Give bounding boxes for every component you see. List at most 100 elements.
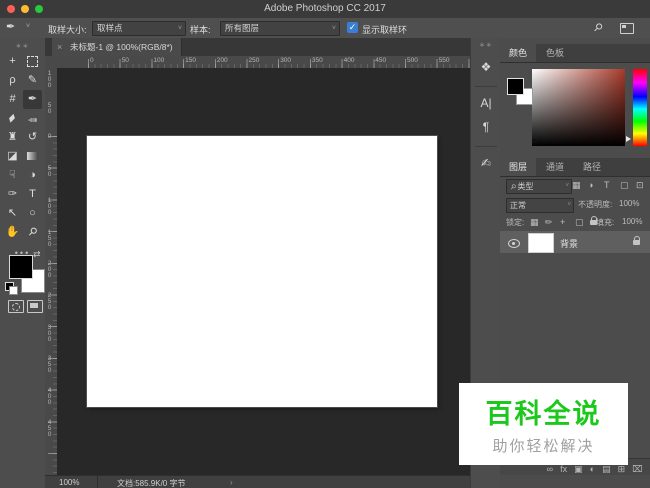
toolbar-grip[interactable]: ∗∗ (0, 42, 45, 50)
layers-panel-tab[interactable]: 路径 (574, 158, 610, 176)
eyedropper-tool[interactable]: ✒ (23, 90, 42, 109)
sample-size-select[interactable]: 取样点 ˅ (92, 21, 186, 36)
brush-settings-panel-icon[interactable]: ✍ (471, 156, 501, 170)
path-selection-tool[interactable]: ↖ (3, 204, 22, 223)
brush-tool[interactable]: ✏ (23, 109, 42, 128)
preset-chevron-icon[interactable]: ˅ (26, 23, 30, 30)
move-tool[interactable]: + (3, 52, 22, 71)
sample-value: 所有图层 (225, 23, 260, 33)
ruler-tick-label: 450 (375, 57, 387, 64)
fill-value[interactable]: 100% (622, 217, 642, 226)
default-colors-icon[interactable] (5, 282, 18, 295)
document-canvas[interactable] (87, 136, 437, 407)
dodge-tool[interactable]: ◑ (23, 166, 42, 185)
layer-filter-value: 类型 (517, 182, 534, 191)
screen-mode-button[interactable] (27, 300, 43, 313)
type-tool[interactable]: T (23, 185, 42, 204)
lock-transparency-icon[interactable]: ▦ (530, 217, 539, 228)
quick-mask-button[interactable] (8, 300, 24, 313)
lock-paint-icon[interactable]: ✏ (545, 217, 553, 228)
saturation-brightness-field[interactable] (532, 69, 625, 146)
blend-mode-select[interactable]: 正常 ˅ (506, 198, 574, 213)
sample-select[interactable]: 所有图层 ˅ (220, 21, 340, 36)
healing-brush-tool[interactable]: ▰ (3, 109, 22, 128)
ruler-tick-label: 50 (46, 165, 53, 178)
tools-panel: ∗∗ + ρ ✎ # ✒ ▰ ✏ ♜ ↺ ◪ ☟ ◑ ✑ T ↖ ○ ✋ ⚲ ••• ⇄ (0, 38, 46, 488)
search-icon[interactable]: ⚲ (591, 20, 606, 35)
swatches-panel-icon[interactable]: ❖ (471, 60, 501, 74)
title-bar: Adobe Photoshop CC 2017 (0, 0, 650, 19)
workspace-switcher-icon[interactable] (620, 23, 634, 34)
dock-grip[interactable]: ∗∗ (471, 41, 501, 49)
ruler-tick-label: 250 (46, 291, 53, 310)
close-tab-icon[interactable]: × (57, 38, 62, 56)
filter-adjustment-layers-icon[interactable]: ◑ (588, 180, 593, 190)
paragraph-panel-icon[interactable]: ¶ (471, 120, 501, 134)
gradient-tool-icon (27, 152, 38, 160)
ruler-tick-label: 100 (153, 57, 165, 64)
filter-pixel-layers-icon[interactable]: ▦ (572, 180, 581, 191)
color-panel-tabs: 颜色 色板 (500, 44, 650, 63)
ruler-tick-label: 300 (46, 323, 53, 342)
clone-stamp-tool[interactable]: ♜ (3, 128, 22, 147)
lasso-tool[interactable]: ρ (3, 71, 22, 90)
chevron-down-icon: ˅ (565, 183, 569, 189)
swap-colors-icon[interactable]: ⇄ (33, 249, 41, 260)
lock-artboard-icon[interactable]: ▢ (575, 217, 584, 228)
gradient-tool[interactable] (23, 147, 42, 166)
delete-layer-icon[interactable]: ⌧ (632, 461, 642, 478)
ruler-tick-label: 150 (185, 57, 196, 64)
lock-move-icon[interactable]: + (560, 217, 565, 227)
ruler-tick-label: 350 (46, 355, 53, 374)
lasso-tool-icon: ρ (9, 74, 16, 86)
document-tab[interactable]: × 未标题-1 @ 100%(RGB/8*) (52, 38, 182, 56)
sample-size-value: 取样点 (97, 23, 123, 33)
filter-type-layers-icon[interactable]: T (604, 180, 610, 190)
status-bar: 100% 文档:585.9K/0 字节 › (45, 475, 470, 488)
show-sampling-ring-checkbox[interactable]: ✓ (347, 22, 358, 33)
opacity-value[interactable]: 100% (619, 199, 639, 208)
layers-panel-tab[interactable]: 图层 (500, 158, 537, 176)
hue-slider-arrow[interactable] (626, 136, 631, 142)
ruler-tick-label: 50 (46, 101, 53, 114)
eyedropper-preset-icon[interactable]: ✒ (6, 20, 15, 33)
ruler-tick-label: 200 (46, 260, 53, 279)
color-panel-tab[interactable]: 色板 (537, 44, 573, 62)
hand-tool[interactable]: ✋ (3, 223, 22, 242)
hue-slider[interactable] (633, 69, 647, 146)
foreground-color-mini-swatch[interactable] (507, 78, 524, 95)
zoom-tool[interactable]: ⚲ (23, 223, 42, 242)
ruler-tick-label: 550 (438, 57, 450, 64)
filter-shape-layers-icon[interactable]: ▢ (620, 180, 629, 191)
crop-tool[interactable]: # (3, 90, 22, 109)
shape-tool-icon: ○ (29, 207, 36, 219)
marquee-tool-icon (27, 56, 38, 67)
color-panel-tab[interactable]: 颜色 (500, 44, 537, 62)
layer-thumbnail[interactable] (528, 233, 554, 253)
eraser-tool[interactable]: ◪ (3, 147, 22, 166)
saturation-field-knob[interactable] (533, 138, 538, 143)
marquee-tool[interactable] (23, 52, 42, 71)
shape-tool[interactable]: ○ (23, 204, 42, 223)
smudge-tool[interactable]: ☟ (3, 166, 22, 185)
layer-filter-row: ⚲ 类型 ˅ ▦ ◑ T ▢ ⊡ (500, 177, 650, 196)
move-tool-icon: + (9, 55, 16, 67)
history-brush-tool[interactable]: ↺ (23, 128, 42, 147)
layer-row-background[interactable]: 背景 (500, 231, 650, 253)
character-panel-icon[interactable]: A| (471, 96, 501, 110)
type-tool-icon: T (29, 188, 36, 200)
foreground-color-swatch[interactable] (9, 255, 33, 279)
pen-tool[interactable]: ✑ (3, 185, 22, 204)
document-tab-bar: × 未标题-1 @ 100%(RGB/8*) (45, 38, 470, 57)
eyedropper-tool-icon: ✒ (27, 93, 38, 105)
layers-panel-tab[interactable]: 通道 (537, 158, 573, 176)
filter-smart-objects-icon[interactable]: ⊡ (636, 180, 644, 191)
watermark-title: 百科全说 (485, 399, 602, 429)
quick-selection-tool[interactable]: ✎ (23, 71, 42, 90)
layer-filter-select[interactable]: ⚲ 类型 ˅ (506, 179, 572, 194)
layer-visibility-eye-icon[interactable] (508, 239, 520, 248)
window-title: Adobe Photoshop CC 2017 (264, 3, 386, 14)
status-options-arrow[interactable]: › (230, 478, 233, 487)
zoom-level-field[interactable]: 100% (59, 478, 79, 487)
document-window: × 未标题-1 @ 100%(RGB/8*) 0 50 100 150 200 250 30… (45, 38, 470, 488)
